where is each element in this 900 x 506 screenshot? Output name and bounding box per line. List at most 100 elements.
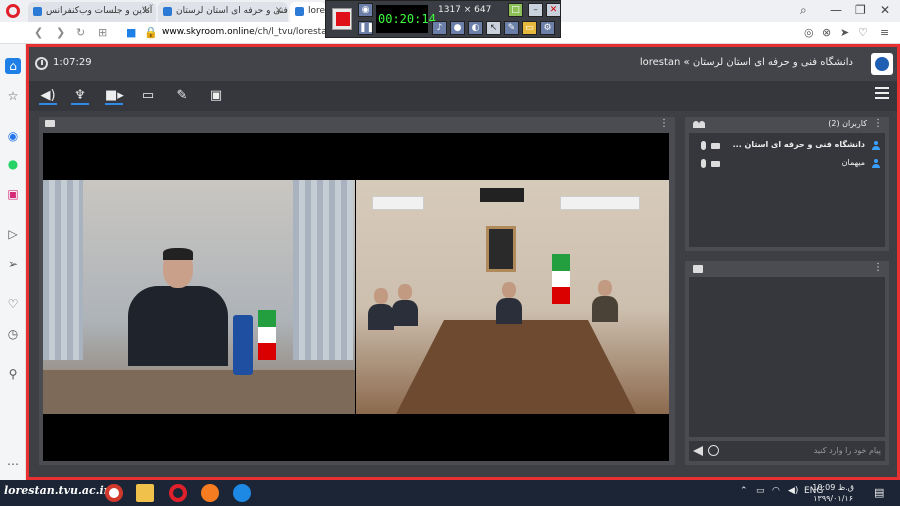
tab-title: آنلاین و جلسات وب‌کنفرانس bbox=[46, 6, 153, 16]
close-window-icon[interactable]: ✕ bbox=[880, 3, 890, 17]
browser-sidebar: ⌂ ☆ ◉ ● ▣ ▷ ➢ ♡ ◷ ⚲ ⋯ bbox=[0, 44, 26, 480]
flag-shape bbox=[258, 310, 276, 360]
tab-close-icon[interactable]: × bbox=[275, 5, 283, 16]
attendee bbox=[592, 280, 618, 322]
back-icon[interactable]: ❮ bbox=[34, 26, 43, 39]
emoji-icon[interactable] bbox=[708, 445, 719, 456]
clock-icon bbox=[35, 57, 48, 70]
panel-options-icon[interactable]: ⋮ bbox=[659, 118, 669, 129]
user-avatar-icon bbox=[872, 141, 880, 150]
wall-clock-shape bbox=[480, 188, 524, 202]
opera-taskbar-icon[interactable] bbox=[169, 484, 187, 502]
wifi-icon[interactable]: ◠ bbox=[772, 486, 780, 496]
tab-title: lorest bbox=[308, 6, 326, 16]
elapsed-time: 1:07:29 bbox=[53, 57, 92, 68]
player-icon[interactable]: ▷ bbox=[5, 226, 21, 242]
camera-permission-icon[interactable]: ■ bbox=[126, 26, 136, 39]
panel-options-icon[interactable]: ⋮ bbox=[873, 118, 883, 129]
forward-icon[interactable]: ❯ bbox=[56, 26, 65, 39]
internet-explorer-icon[interactable] bbox=[233, 484, 251, 502]
screen-share-icon[interactable]: ▭ bbox=[139, 87, 157, 105]
user-mic-icon bbox=[701, 141, 706, 150]
skyroom-logo bbox=[871, 53, 893, 75]
instagram-icon[interactable]: ▣ bbox=[5, 186, 21, 202]
skyroom-app: 1:07:29 دانشگاه فنی و حرفه ای استان لرست… bbox=[26, 44, 900, 480]
firefox-icon[interactable] bbox=[201, 484, 219, 502]
minimize-icon[interactable]: — bbox=[830, 3, 842, 17]
user-row[interactable]: دانشگاه فنی و حرفه ای استان ... bbox=[689, 137, 885, 155]
users-icon bbox=[693, 121, 705, 128]
tab-favicon-icon bbox=[295, 7, 304, 16]
rec-settings-icon[interactable]: ⚙ bbox=[540, 21, 555, 35]
rec-folder-icon[interactable]: ▭ bbox=[522, 21, 537, 35]
attendee bbox=[368, 288, 394, 330]
volume-icon[interactable]: ◀) bbox=[788, 486, 798, 496]
taskbar-clock[interactable]: 10:09 ق.ظ ۱۳۹۹/۰۱/۱۶ bbox=[812, 482, 854, 504]
more-icon[interactable]: ⋯ bbox=[5, 456, 21, 472]
opera-menu-icon[interactable] bbox=[6, 4, 20, 18]
snapshot-icon[interactable]: ◎ bbox=[804, 26, 814, 39]
tray-expand-icon[interactable]: ⌃ bbox=[740, 486, 748, 496]
recorder-app-icon[interactable] bbox=[105, 484, 123, 502]
whatsapp-icon[interactable]: ● bbox=[5, 156, 21, 172]
user-name: دانشگاه فنی و حرفه ای استان ... bbox=[732, 140, 865, 149]
notifications-icon[interactable]: ▤ bbox=[874, 486, 884, 499]
lock-icon: 🔒 bbox=[144, 26, 158, 39]
rec-cursor-icon[interactable]: ↖ bbox=[486, 21, 501, 35]
chat-panel: ⋮ پیام خود را وارد کنید bbox=[685, 261, 889, 465]
send-icon[interactable]: ➤ bbox=[840, 26, 849, 39]
location-icon[interactable]: ⚲ bbox=[5, 366, 21, 382]
tab-close-icon[interactable]: × bbox=[143, 5, 151, 16]
heart-icon[interactable]: ♡ bbox=[5, 296, 21, 312]
rec-window-icon[interactable]: □ bbox=[508, 3, 523, 17]
tabs-grid-icon[interactable]: ⊞ bbox=[98, 26, 107, 39]
record-stop-button[interactable] bbox=[332, 8, 352, 30]
panel-options-icon[interactable]: ⋮ bbox=[873, 262, 883, 273]
user-row[interactable]: میهمان bbox=[689, 155, 885, 173]
browser-tab-1[interactable]: آنلاین و جلسات وب‌کنفرانس × bbox=[28, 2, 156, 22]
user-name: میهمان bbox=[841, 158, 865, 167]
microphone-icon[interactable]: ♆ bbox=[71, 87, 89, 105]
send-message-icon[interactable] bbox=[693, 446, 703, 456]
rec-draw-icon[interactable]: ✎ bbox=[504, 21, 519, 35]
speaker-icon[interactable]: ◀) bbox=[39, 87, 57, 105]
rec-pause-icon[interactable]: ❚❚ bbox=[358, 21, 374, 35]
url-field[interactable]: www.skyroom.online/ch/l_tvu/lorestan bbox=[162, 27, 332, 37]
user-mic-icon bbox=[701, 159, 706, 168]
rec-minimize-icon[interactable]: – bbox=[528, 3, 543, 17]
chat-messages bbox=[689, 277, 885, 437]
restore-icon[interactable]: ❐ bbox=[855, 3, 866, 17]
chat-input[interactable]: پیام خود را وارد کنید bbox=[689, 441, 885, 461]
messenger-icon[interactable]: ◉ bbox=[5, 128, 21, 144]
app-header: 1:07:29 دانشگاه فنی و حرفه ای استان لرست… bbox=[29, 47, 897, 81]
camera-icon[interactable]: ■▸ bbox=[105, 87, 124, 105]
browser-tab-2[interactable]: فنی و حرفه ای استان لرستان × bbox=[158, 2, 288, 22]
home-icon[interactable]: ⌂ bbox=[5, 58, 21, 74]
adblock-icon[interactable]: ⊗ bbox=[822, 26, 831, 39]
rec-audio-icon[interactable]: ♪ bbox=[432, 21, 447, 35]
rec-webcam-icon[interactable]: ◐ bbox=[468, 21, 483, 35]
heart-icon[interactable]: ♡ bbox=[858, 26, 868, 39]
video-stream[interactable] bbox=[43, 133, 669, 461]
flag-shape bbox=[552, 254, 570, 304]
rec-close-icon[interactable]: ✕ bbox=[546, 3, 561, 17]
file-explorer-icon[interactable] bbox=[136, 484, 154, 502]
rec-camera-icon[interactable]: ◉ bbox=[358, 3, 373, 17]
flow-send-icon[interactable]: ➢ bbox=[5, 256, 21, 272]
media-play-icon[interactable]: ▣ bbox=[207, 87, 225, 105]
search-tabs-icon[interactable]: ⌕ bbox=[800, 3, 807, 18]
bookmarks-icon[interactable]: ☆ bbox=[5, 88, 21, 104]
browser-tab-3[interactable]: lorest bbox=[290, 2, 326, 22]
hamburger-menu-icon[interactable] bbox=[875, 87, 889, 99]
reload-icon[interactable]: ↻ bbox=[76, 26, 85, 39]
history-icon[interactable]: ◷ bbox=[5, 326, 21, 342]
tray-network-icon[interactable]: ▭ bbox=[756, 486, 765, 496]
curtain-shape bbox=[43, 180, 83, 360]
easy-setup-icon[interactable]: ≡ bbox=[880, 26, 889, 39]
windows-taskbar: lorestan.tvu.ac.ir ⌃ ▭ ◠ ◀) ENG 10:09 ق.… bbox=[0, 480, 900, 506]
whiteboard-pen-icon[interactable]: ✎ bbox=[173, 87, 191, 105]
rec-mic-icon[interactable]: ● bbox=[450, 21, 465, 35]
tab-title: فنی و حرفه ای استان لرستان bbox=[176, 6, 288, 16]
ac-unit-shape bbox=[560, 196, 640, 210]
desk-shape bbox=[43, 370, 355, 414]
